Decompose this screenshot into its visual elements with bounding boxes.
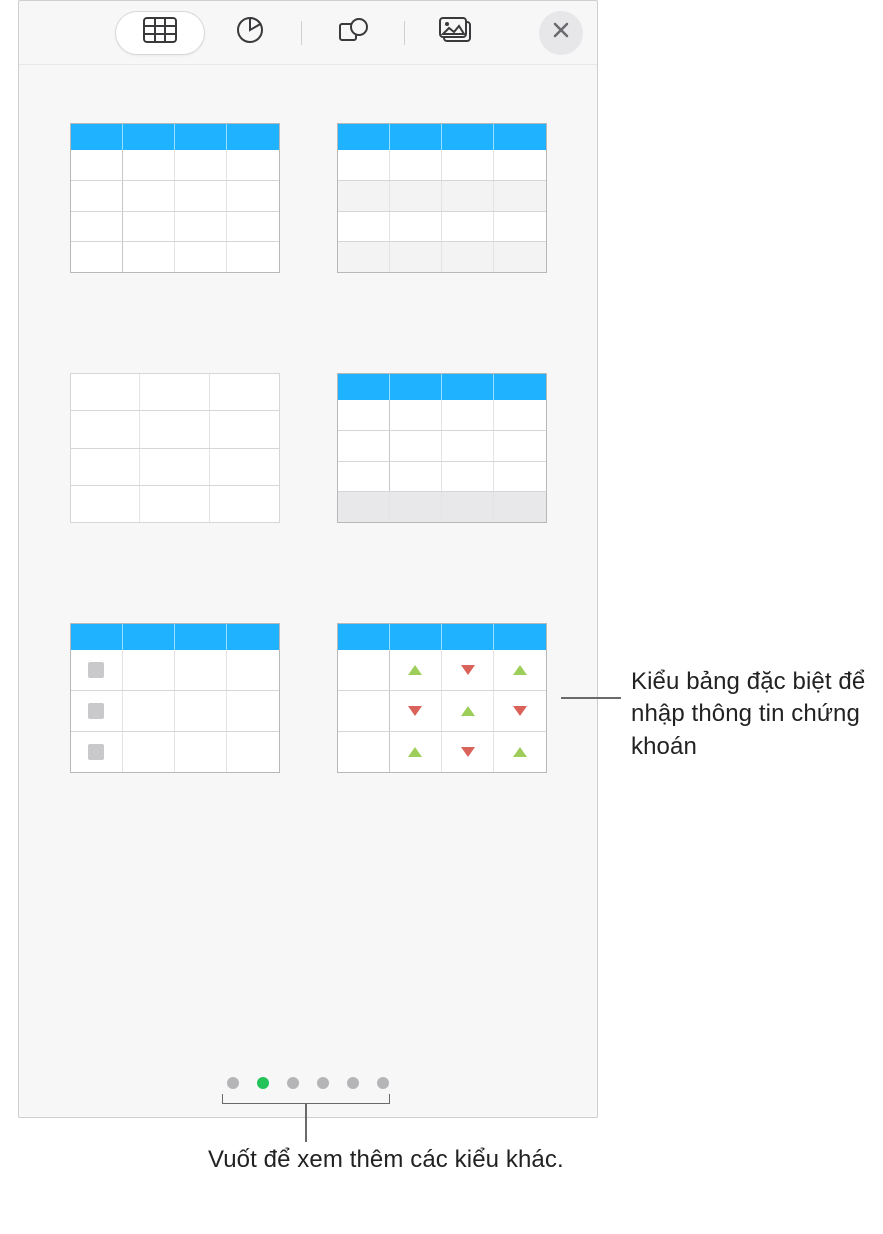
triangle-up-icon xyxy=(408,665,422,675)
close-button[interactable] xyxy=(539,11,583,55)
table-style-1[interactable] xyxy=(70,123,280,273)
shape-tab[interactable] xyxy=(308,11,398,55)
chart-tab[interactable] xyxy=(205,11,295,55)
close-icon xyxy=(552,21,570,44)
toolbar-divider xyxy=(301,21,302,45)
media-icon xyxy=(439,17,473,48)
triangle-up-icon xyxy=(513,665,527,675)
insert-panel xyxy=(18,0,598,1118)
callout-bracket xyxy=(222,1094,390,1104)
checkbox-icon xyxy=(88,744,104,760)
segment-group xyxy=(115,11,501,55)
pie-chart-icon xyxy=(235,15,265,50)
page-dot-2[interactable] xyxy=(257,1077,269,1089)
checkbox-icon xyxy=(88,662,104,678)
triangle-up-icon xyxy=(408,747,422,757)
callout-swipe-text: Vuốt để xem thêm các kiểu khác. xyxy=(208,1144,568,1176)
table-tab[interactable] xyxy=(115,11,205,55)
toolbar xyxy=(19,1,597,65)
toolbar-divider xyxy=(404,21,405,45)
table-style-2[interactable] xyxy=(337,123,547,273)
page-dot-4[interactable] xyxy=(317,1077,329,1089)
table-style-5[interactable] xyxy=(70,623,280,773)
callout-line xyxy=(305,1104,307,1142)
page-dot-1[interactable] xyxy=(227,1077,239,1089)
page-dot-6[interactable] xyxy=(377,1077,389,1089)
table-style-4[interactable] xyxy=(337,373,547,523)
callout-line xyxy=(561,697,621,699)
table-icon xyxy=(143,17,177,48)
media-tab[interactable] xyxy=(411,11,501,55)
triangle-up-icon xyxy=(513,747,527,757)
page-dot-5[interactable] xyxy=(347,1077,359,1089)
triangle-up-icon xyxy=(461,706,475,716)
table-style-grid xyxy=(19,65,597,773)
checkbox-icon xyxy=(88,703,104,719)
table-style-3[interactable] xyxy=(70,373,280,523)
triangle-down-icon xyxy=(513,706,527,716)
shapes-icon xyxy=(337,16,369,49)
triangle-down-icon xyxy=(408,706,422,716)
callout-stock-text: Kiểu bảng đặc biệt để nhập thông tin chứ… xyxy=(631,666,881,763)
page-indicator xyxy=(227,1077,389,1089)
triangle-down-icon xyxy=(461,665,475,675)
table-style-stock[interactable] xyxy=(337,623,547,773)
page-dot-3[interactable] xyxy=(287,1077,299,1089)
triangle-down-icon xyxy=(461,747,475,757)
